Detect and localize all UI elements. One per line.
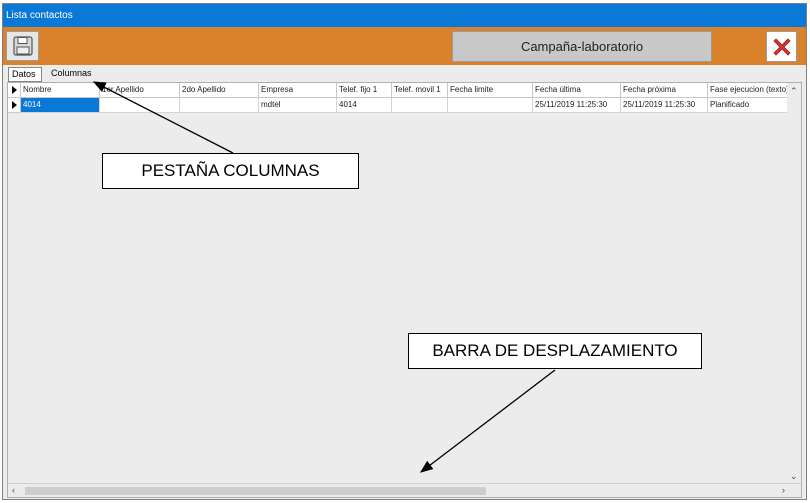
cell-telef-fijo[interactable]: 4014 (337, 98, 392, 113)
scroll-up-icon[interactable]: ⌃ (790, 86, 798, 96)
header-corner (8, 83, 21, 98)
annotation-tab-columns: PESTAÑA COLUMNAS (102, 153, 359, 189)
vertical-scrollbar[interactable]: ⌃ ⌄ (787, 83, 801, 484)
tab-datos[interactable]: Datos (8, 67, 42, 82)
horizontal-scrollbar[interactable]: ‹ › (8, 483, 801, 497)
scroll-right-icon[interactable]: › (782, 485, 785, 495)
toolbar: Campaña-laboratorio (3, 27, 806, 65)
window-title: Lista contactos (3, 4, 806, 27)
contacts-grid[interactable]: Nombre 1er Apellido 2do Apellido Empresa… (7, 82, 802, 498)
floppy-disk-icon (12, 36, 33, 56)
cell-2do-apellido[interactable] (180, 98, 259, 113)
cell-telef-movil[interactable] (392, 98, 448, 113)
cell-fase-ejecucion[interactable]: Planificado (708, 98, 789, 113)
close-icon (772, 37, 791, 56)
cell-fecha-limite[interactable] (448, 98, 533, 113)
annotation-scrollbar: BARRA DE DESPLAZAMIENTO (408, 333, 702, 369)
row-selector-icon[interactable] (8, 98, 21, 113)
cell-fecha-ultima[interactable]: 25/11/2019 11:25:30 (533, 98, 621, 113)
column-header[interactable]: Empresa (259, 83, 337, 98)
column-header[interactable]: Telef. movil 1 (392, 83, 448, 98)
campaign-button[interactable]: Campaña-laboratorio (452, 31, 712, 62)
column-header[interactable]: Telef. fijo 1 (337, 83, 392, 98)
close-button[interactable] (766, 31, 797, 62)
table-row[interactable]: 4014 mdtel 4014 25/11/2019 11:25:30 25/1… (8, 98, 801, 113)
scrollbar-thumb[interactable] (25, 487, 486, 495)
column-header[interactable]: Nombre (21, 83, 100, 98)
column-header[interactable]: Fecha última (533, 83, 621, 98)
scroll-left-icon[interactable]: ‹ (12, 485, 15, 495)
column-header[interactable]: Fecha próxima (621, 83, 708, 98)
scroll-down-icon[interactable]: ⌄ (790, 471, 798, 481)
save-button[interactable] (6, 31, 39, 61)
cell-empresa[interactable]: mdtel (259, 98, 337, 113)
grid-header: Nombre 1er Apellido 2do Apellido Empresa… (8, 83, 801, 98)
tab-columnas[interactable]: Columnas (48, 67, 100, 82)
cell-1er-apellido[interactable] (100, 98, 180, 113)
column-header[interactable]: 1er Apellido (100, 83, 180, 98)
cell-fecha-proxima[interactable]: 25/11/2019 11:25:30 (621, 98, 708, 113)
column-header[interactable]: 2do Apellido (180, 83, 259, 98)
column-header[interactable]: Fase ejecucion (texto) (708, 83, 789, 98)
cell-nombre[interactable]: 4014 (21, 98, 100, 113)
contacts-window: Lista contactos Campaña-laboratorio Dato… (2, 3, 807, 500)
column-header[interactable]: Fecha limite (448, 83, 533, 98)
